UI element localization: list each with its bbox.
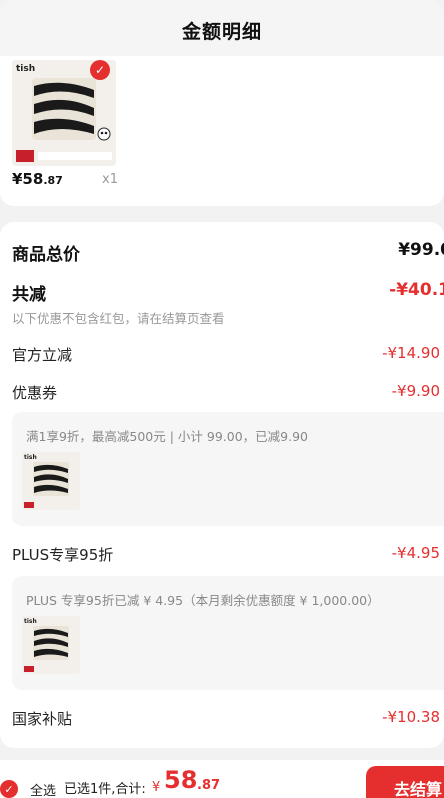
- coupon-row: 优惠券 -¥9.90: [12, 382, 444, 406]
- plus-discount-row: PLUS专享95折 -¥4.95: [12, 544, 444, 568]
- total-discount-row: 共减 -¥40.1: [12, 280, 444, 305]
- official-discount-value: -¥14.90: [382, 344, 440, 362]
- goods-total-label: 商品总价: [12, 245, 80, 265]
- checkout-bar: ✓ 全选 已选1件,合计: ¥ 58 .87 去结算: [0, 760, 444, 798]
- selection-summary: 已选1件,合计:: [64, 782, 146, 797]
- svg-text:tish: tish: [16, 64, 35, 74]
- plus-description: PLUS 专享95折已减 ¥ 4.95（本月剩余优惠额度 ¥ 1,000.00）: [26, 593, 380, 608]
- plus-discount-value: -¥4.95: [391, 544, 440, 562]
- goods-total-value: ¥99.0: [398, 240, 444, 260]
- plus-discount-label: PLUS专享95折: [12, 546, 114, 564]
- coupon-detail-box: 满1享9折，最高减500元 | 小计 99.00，已减9.90 tish: [12, 412, 444, 526]
- product-checked-icon[interactable]: ✓: [90, 60, 110, 80]
- total-amount-int: 58: [164, 766, 198, 794]
- coupon-product-thumbnail: tish: [22, 452, 80, 510]
- product-card: tish ✓ ¥58.87 x1: [0, 56, 444, 206]
- modal-header: 金额明细: [0, 0, 444, 60]
- select-all-label[interactable]: 全选: [30, 780, 56, 798]
- total-discount-value: -¥40.1: [389, 280, 444, 300]
- subsidy-value: -¥10.38: [382, 708, 440, 726]
- checkout-button[interactable]: 去结算: [366, 766, 444, 798]
- official-discount-label: 官方立减: [12, 346, 73, 364]
- subsidy-label: 国家补贴: [12, 710, 73, 728]
- goods-total-row: 商品总价 ¥99.0: [12, 240, 444, 265]
- subsidy-row: 国家补贴 -¥10.38: [12, 708, 444, 732]
- product-price: ¥58.87: [12, 170, 63, 188]
- official-discount-row: 官方立减 -¥14.90: [12, 344, 444, 368]
- zebra-pillow-image: tish: [22, 452, 80, 510]
- discount-note: 以下优惠不包含红包，请在结算页查看: [12, 311, 225, 326]
- svg-text:tish: tish: [24, 454, 37, 461]
- plus-product-thumbnail: tish: [22, 616, 80, 674]
- price-detail-card: 商品总价 ¥99.0 共减 -¥40.1 以下优惠不包含红包，请在结算页查看 官…: [0, 222, 444, 748]
- total-discount-label: 共减: [12, 285, 46, 305]
- select-all-check-icon[interactable]: ✓: [0, 780, 18, 798]
- coupon-description: 满1享9折，最高减500元 | 小计 99.00，已减9.90: [26, 429, 309, 444]
- coupon-value: -¥9.90: [391, 382, 440, 400]
- svg-text:tish: tish: [24, 618, 37, 625]
- page-title: 金额明细: [181, 20, 262, 43]
- plus-detail-box: PLUS 专享95折已减 ¥ 4.95（本月剩余优惠额度 ¥ 1,000.00）…: [12, 576, 444, 690]
- total-amount-dec: .87: [197, 778, 221, 793]
- total-currency: ¥: [152, 780, 161, 795]
- zebra-pillow-image: tish: [22, 616, 80, 674]
- coupon-label: 优惠券: [12, 384, 58, 402]
- product-quantity: x1: [102, 172, 118, 187]
